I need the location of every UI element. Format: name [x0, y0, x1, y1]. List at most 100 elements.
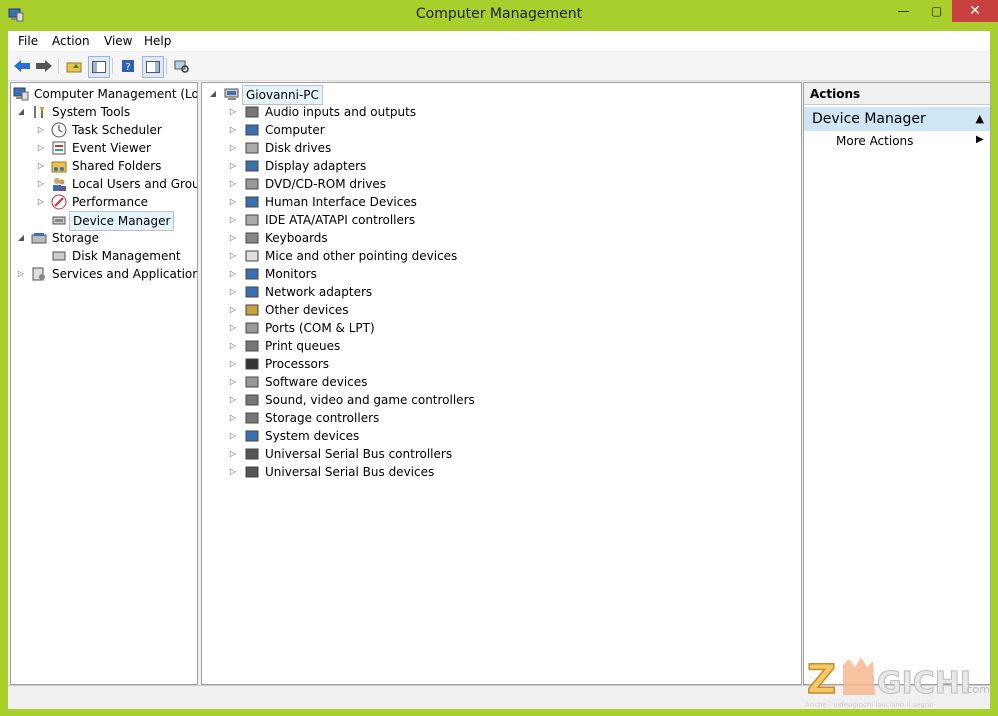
device-tree-root[interactable]: ◢ Giovanni-PC: [202, 85, 602, 105]
back-arrow-icon[interactable]: [12, 56, 32, 76]
device-category-row[interactable]: ▷ Disk drives: [202, 139, 602, 157]
collapse-arrow-icon[interactable]: ◢: [208, 85, 218, 103]
menu-help[interactable]: Help: [144, 34, 171, 48]
device-category-row[interactable]: ▷ Network adapters: [202, 283, 602, 301]
expand-arrow-icon[interactable]: ▷: [228, 265, 238, 283]
tree-item-local-users[interactable]: ▷ Local Users and Groups: [11, 175, 197, 193]
up-folder-icon[interactable]: [64, 56, 84, 76]
expand-arrow-icon[interactable]: ▷: [36, 139, 46, 157]
collapse-arrow-icon[interactable]: ◢: [16, 229, 26, 247]
scan-hardware-icon[interactable]: [172, 56, 192, 76]
action-pane-icon[interactable]: [142, 56, 164, 78]
expand-arrow-icon[interactable]: ▷: [228, 157, 238, 175]
expand-arrow-icon[interactable]: ▷: [228, 139, 238, 157]
device-manager-icon: [52, 216, 66, 225]
speaker-icon: [245, 106, 259, 118]
expand-arrow-icon[interactable]: ▷: [228, 463, 238, 481]
actions-header: Actions: [804, 83, 990, 105]
disk-icon: [52, 251, 66, 261]
device-category-row[interactable]: ▷ Mice and other pointing devices: [202, 247, 602, 265]
expand-arrow-icon[interactable]: ▷: [228, 103, 238, 121]
tree-item-shared-folders[interactable]: ▷ Shared Folders: [11, 157, 197, 175]
device-category-row[interactable]: ▷ Universal Serial Bus devices: [202, 463, 602, 481]
tree-item-event-viewer[interactable]: ▷ Event Viewer: [11, 139, 197, 157]
device-category-row[interactable]: ▷ Processors: [202, 355, 602, 373]
expand-arrow-icon[interactable]: ▷: [228, 337, 238, 355]
menu-view[interactable]: View: [104, 34, 132, 48]
expand-arrow-icon[interactable]: ▷: [228, 283, 238, 301]
tree-label: Processors: [265, 357, 330, 371]
expand-arrow-icon[interactable]: ▷: [36, 157, 46, 175]
expand-arrow-icon[interactable]: ▷: [228, 355, 238, 373]
device-category-row[interactable]: ▷ Storage controllers: [202, 409, 602, 427]
collapse-caret-icon[interactable]: ▲: [976, 107, 984, 131]
expand-arrow-icon[interactable]: ▷: [228, 373, 238, 391]
expand-arrow-icon[interactable]: ▷: [228, 301, 238, 319]
title-bar[interactable]: Computer Management — ▢ ✕: [0, 0, 998, 31]
software-device-icon: [245, 376, 259, 388]
tree-item-storage[interactable]: ◢ Storage: [11, 229, 197, 247]
tree-label: Display adapters: [265, 159, 367, 173]
device-category-row[interactable]: ▷ Sound, video and game controllers: [202, 391, 602, 409]
device-category-row[interactable]: ▷ DVD/CD-ROM drives: [202, 175, 602, 193]
actions-pane: Actions Device Manager ▲ More Actions ▶: [803, 82, 991, 685]
device-category-row[interactable]: ▷ Monitors: [202, 265, 602, 283]
tree-item-performance[interactable]: ▷ Performance: [11, 193, 197, 211]
expand-arrow-icon[interactable]: ▷: [228, 409, 238, 427]
device-category-row[interactable]: ▷ IDE ATA/ATAPI controllers: [202, 211, 602, 229]
collapse-arrow-icon[interactable]: ◢: [16, 103, 26, 121]
more-actions-item[interactable]: More Actions: [836, 134, 913, 148]
expand-arrow-icon[interactable]: ▷: [228, 211, 238, 229]
tree-item-task-scheduler[interactable]: ▷ Task Scheduler: [11, 121, 197, 139]
device-category-row[interactable]: ▷ Print queues: [202, 337, 602, 355]
device-category-row[interactable]: ▷ Software devices: [202, 373, 602, 391]
expand-arrow-icon[interactable]: ▷: [228, 319, 238, 337]
tree-label: Local Users and Groups: [72, 177, 197, 191]
expand-arrow-icon[interactable]: ▷: [228, 445, 238, 463]
ide-controller-icon: [245, 214, 259, 226]
tree-item-root[interactable]: Computer Management (Local: [13, 85, 197, 103]
menu-action[interactable]: Action: [52, 34, 90, 48]
expand-arrow-icon[interactable]: ▷: [228, 229, 238, 247]
device-category-row[interactable]: ▷ System devices: [202, 427, 602, 445]
expand-arrow-icon[interactable]: ▷: [228, 247, 238, 265]
hid-icon: [245, 196, 259, 208]
device-category-row[interactable]: ▷ Ports (COM & LPT): [202, 319, 602, 337]
close-button[interactable]: ✕: [952, 0, 998, 22]
help-icon[interactable]: ?: [118, 56, 138, 76]
expand-arrow-icon[interactable]: ▷: [36, 121, 46, 139]
expand-arrow-icon[interactable]: ▷: [228, 193, 238, 211]
device-category-row[interactable]: ▷ Computer: [202, 121, 602, 139]
dvd-drive-icon: [245, 178, 259, 190]
tree-item-disk-management[interactable]: Disk Management: [11, 247, 197, 265]
forward-arrow-icon[interactable]: [34, 56, 54, 76]
device-category-row[interactable]: ▷ Audio inputs and outputs: [202, 103, 602, 121]
expand-arrow-icon[interactable]: ▷: [228, 121, 238, 139]
expand-arrow-icon[interactable]: ▷: [228, 175, 238, 193]
device-category-row[interactable]: ▷ Human Interface Devices: [202, 193, 602, 211]
zogichi-logo-watermark: Z GICHI .com Anche i videogiochi lascian…: [805, 656, 990, 709]
expand-arrow-icon[interactable]: ▷: [16, 265, 26, 283]
expand-arrow-icon[interactable]: ▷: [36, 193, 46, 211]
device-category-row[interactable]: ▷ Universal Serial Bus controllers: [202, 445, 602, 463]
storage-icon: [31, 233, 47, 244]
actions-group-device-manager[interactable]: Device Manager ▲: [804, 107, 990, 131]
minimize-button[interactable]: —: [890, 0, 917, 22]
device-category-row[interactable]: ▷ Keyboards: [202, 229, 602, 247]
tree-item-system-tools[interactable]: ◢ System Tools: [11, 103, 197, 121]
expand-arrow-icon[interactable]: ▷: [228, 391, 238, 409]
expand-arrow-icon[interactable]: ▷: [228, 427, 238, 445]
device-category-row[interactable]: ▷ Other devices: [202, 301, 602, 319]
tree-label: Storage: [52, 231, 99, 245]
tree-label: System devices: [265, 429, 360, 443]
tree-label: Universal Serial Bus controllers: [265, 447, 453, 461]
show-hide-tree-icon[interactable]: [88, 56, 110, 78]
device-category-row[interactable]: ▷ Display adapters: [202, 157, 602, 175]
processor-icon: [245, 358, 259, 370]
expand-arrow-icon[interactable]: ▷: [36, 175, 46, 193]
tree-item-device-manager[interactable]: Device Manager: [11, 211, 197, 231]
maximize-button[interactable]: ▢: [923, 0, 950, 22]
tree-item-services-apps[interactable]: ▷ Services and Applications: [11, 265, 197, 283]
sound-icon: [245, 394, 259, 406]
menu-file[interactable]: File: [18, 34, 38, 48]
